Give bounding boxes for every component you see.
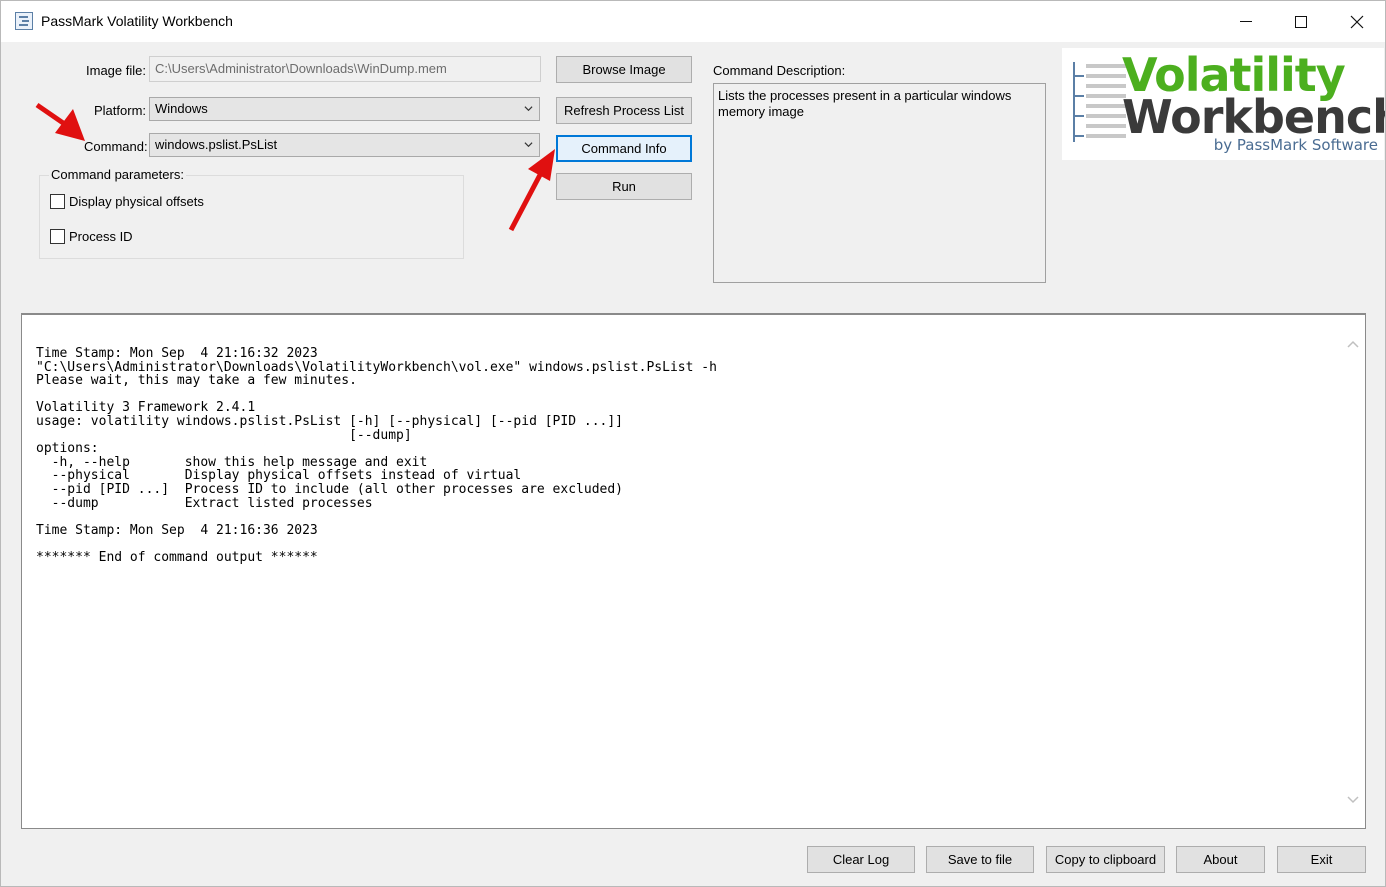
output-log[interactable]: Time Stamp: Mon Sep 4 21:16:32 2023 "C:\… xyxy=(21,313,1366,829)
minimize-button[interactable] xyxy=(1218,1,1274,42)
command-select-value: windows.pslist.PsList xyxy=(155,137,278,152)
process-id-label[interactable]: Process ID xyxy=(69,229,133,244)
display-physical-offsets-label[interactable]: Display physical offsets xyxy=(69,194,204,209)
refresh-process-list-button[interactable]: Refresh Process List xyxy=(556,97,692,124)
command-label: Command: xyxy=(84,139,148,154)
volatility-workbench-logo: Volatility Workbench by PassMark Softwar… xyxy=(1062,48,1385,160)
maximize-button[interactable] xyxy=(1273,1,1329,42)
title-bar[interactable]: PassMark Volatility Workbench xyxy=(1,1,1385,42)
platform-select[interactable]: Windows xyxy=(149,97,540,121)
command-description-label: Command Description: xyxy=(713,63,846,78)
command-description-text: Lists the processes present in a particu… xyxy=(718,88,1012,119)
maximize-icon xyxy=(1295,15,1307,28)
clear-log-button[interactable]: Clear Log xyxy=(807,846,915,873)
copy-to-clipboard-button[interactable]: Copy to clipboard xyxy=(1046,846,1165,873)
arrow-to-command-icon xyxy=(35,102,85,141)
chevron-down-icon xyxy=(524,142,533,148)
minimize-icon xyxy=(1240,21,1252,22)
output-log-text: Time Stamp: Mon Sep 4 21:16:32 2023 "C:\… xyxy=(36,346,717,565)
window-title: PassMark Volatility Workbench xyxy=(41,13,233,29)
arrow-to-command-info-icon xyxy=(508,149,555,232)
logo-tree-icon xyxy=(1073,62,1126,142)
close-button[interactable] xyxy=(1329,1,1385,42)
about-button[interactable]: About xyxy=(1176,846,1265,873)
command-info-button[interactable]: Command Info xyxy=(556,135,692,162)
command-description-box[interactable]: Lists the processes present in a particu… xyxy=(713,83,1046,283)
command-parameters-label: Command parameters: xyxy=(49,167,186,182)
logo-byline: by PassMark Software xyxy=(1213,136,1378,154)
scroll-down-icon[interactable] xyxy=(1346,793,1360,807)
command-parameters-group xyxy=(39,175,464,259)
save-to-file-button[interactable]: Save to file xyxy=(926,846,1034,873)
app-icon xyxy=(15,12,33,30)
platform-select-value: Windows xyxy=(155,101,208,116)
scroll-up-icon[interactable] xyxy=(1346,337,1360,351)
platform-label: Platform: xyxy=(94,103,147,118)
command-select[interactable]: windows.pslist.PsList xyxy=(149,133,540,157)
chevron-down-icon xyxy=(524,106,533,112)
process-id-checkbox[interactable] xyxy=(50,229,65,244)
close-icon xyxy=(1350,15,1364,28)
browse-image-button[interactable]: Browse Image xyxy=(556,56,692,83)
exit-button[interactable]: Exit xyxy=(1277,846,1366,873)
display-physical-offsets-checkbox[interactable] xyxy=(50,194,65,209)
app-window: PassMark Volatility Workbench Image file… xyxy=(0,0,1386,887)
image-file-label: Image file: xyxy=(86,63,146,78)
run-button[interactable]: Run xyxy=(556,173,692,200)
image-file-field[interactable]: C:\Users\Administrator\Downloads\WinDump… xyxy=(149,56,541,82)
